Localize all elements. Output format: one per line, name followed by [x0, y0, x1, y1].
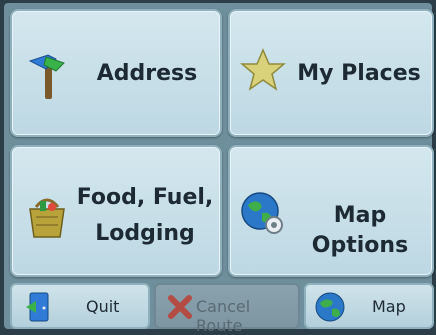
quit-label: Quit	[86, 297, 120, 316]
address-label: Address	[96, 61, 198, 86]
globe-icon	[315, 292, 345, 322]
my-places-button[interactable]: My Places	[228, 9, 434, 137]
food-fuel-lodging-button[interactable]: Food, Fuel, Lodging	[10, 145, 222, 277]
signpost-icon	[28, 54, 65, 99]
map-button[interactable]: Map	[304, 283, 434, 329]
globe-gear-icon	[241, 192, 283, 234]
star-icon	[240, 48, 286, 91]
map-options-label: Map Options	[311, 203, 409, 258]
food-label-line2: Lodging	[95, 221, 195, 246]
address-button[interactable]: Address	[10, 9, 222, 137]
exit-door-icon	[26, 292, 49, 322]
shopping-basket-icon	[29, 198, 65, 238]
my-places-label: My Places	[297, 61, 421, 86]
cancel-route-button[interactable]: Cancel Route	[154, 283, 300, 335]
red-x-icon	[168, 295, 192, 319]
cancel-route-label: Cancel Route	[196, 297, 251, 335]
quit-button[interactable]: Quit	[10, 283, 150, 329]
screen: Address My Places Food, Fuel, Lodging Ma	[4, 3, 434, 335]
map-label: Map	[372, 297, 406, 316]
food-label-line1: Food, Fuel,	[76, 185, 214, 210]
map-options-button[interactable]: Map Options	[228, 145, 434, 277]
